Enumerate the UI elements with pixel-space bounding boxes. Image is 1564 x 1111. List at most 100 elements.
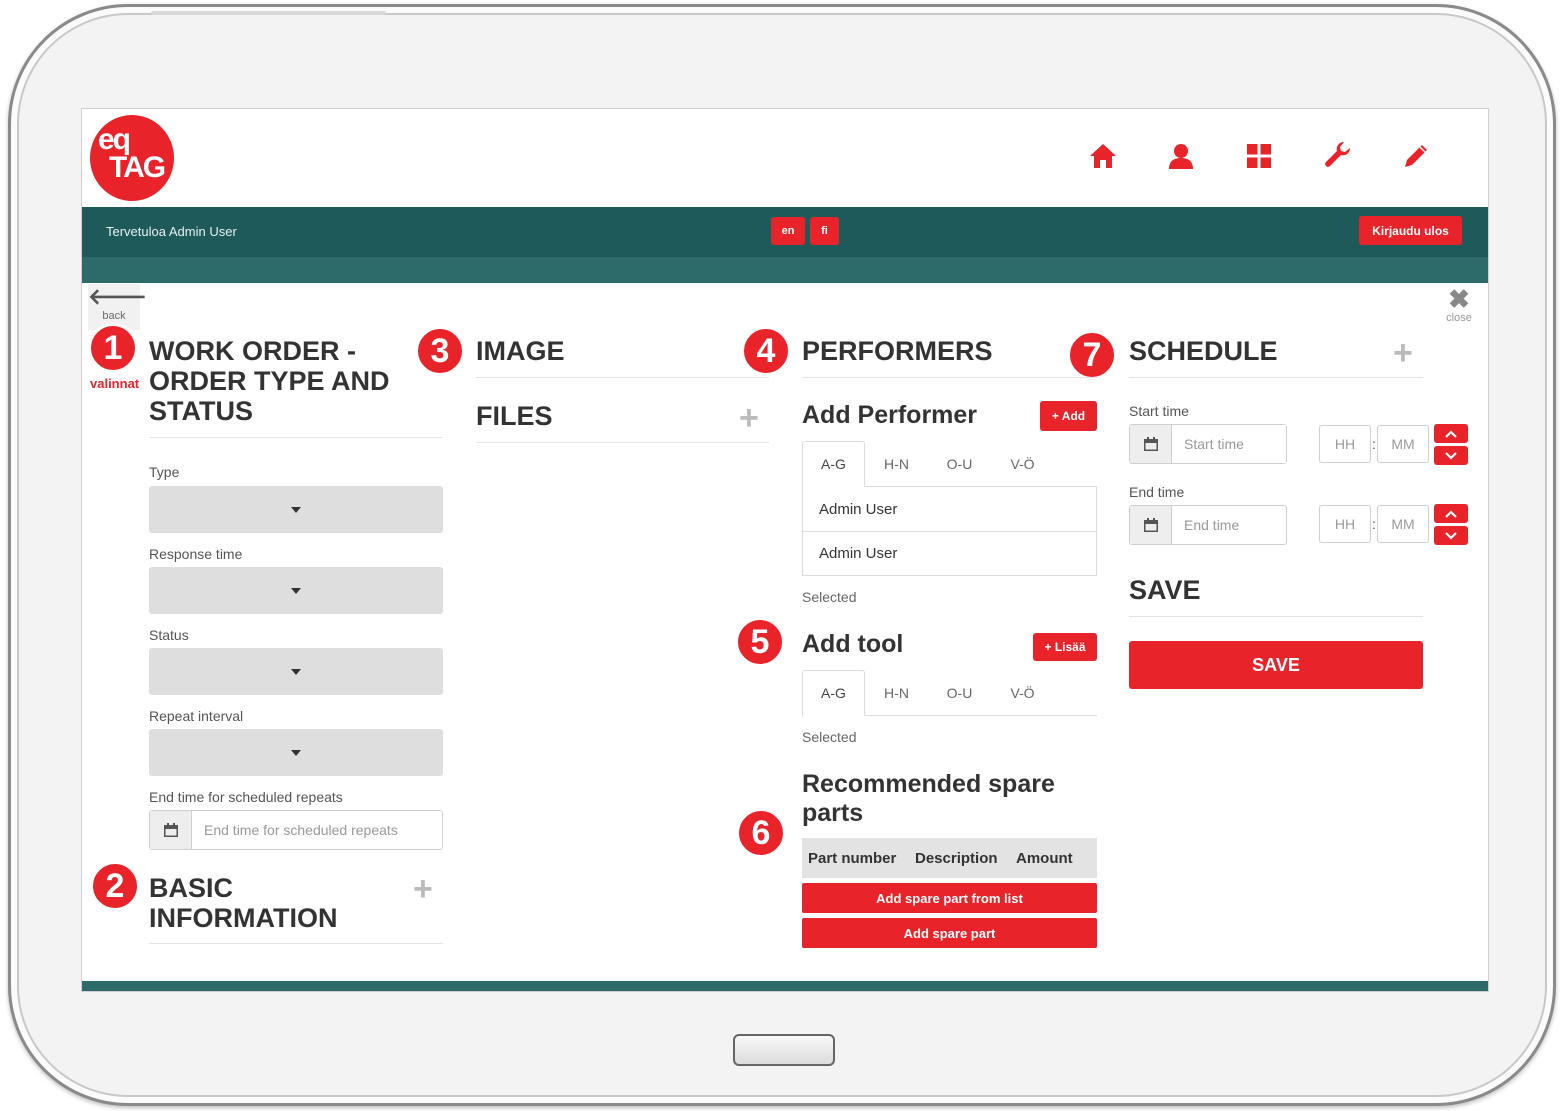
annotation-badge-5: 5: [735, 617, 785, 667]
divider: [149, 437, 443, 438]
start-time-placeholder: Start time: [1184, 436, 1244, 452]
chevron-up-icon: [1445, 509, 1457, 518]
screen: eq TAG Tervetuloa Admin User en fi Kirja…: [81, 108, 1489, 992]
spare-parts-title: Recommended spare parts: [802, 770, 1055, 827]
expand-plus-icon[interactable]: +: [1393, 336, 1413, 370]
list-item[interactable]: Admin User: [803, 531, 1096, 575]
calendar-icon[interactable]: [1130, 425, 1172, 463]
app-header: eq TAG: [82, 109, 1488, 207]
end-repeat-label: End time for scheduled repeats: [149, 789, 343, 805]
divider: [476, 442, 769, 443]
divider: [802, 377, 1097, 378]
response-time-label: Response time: [149, 546, 243, 562]
tab-a-g[interactable]: A-G: [802, 441, 865, 487]
column-header-description: Description: [915, 849, 998, 867]
type-select[interactable]: [149, 486, 443, 533]
greeting-text: Tervetuloa Admin User: [106, 224, 237, 239]
start-time-down-button[interactable]: [1434, 446, 1468, 465]
start-minute-input[interactable]: MM: [1377, 425, 1429, 463]
performers-title: PERFORMERS: [802, 336, 993, 366]
end-time-placeholder: End time: [1184, 517, 1240, 533]
tab-h-n[interactable]: H-N: [865, 441, 928, 486]
divider: [149, 943, 443, 944]
tablet-edge-slot: [266, 11, 386, 15]
add-performer-button[interactable]: + Add: [1040, 401, 1097, 431]
annotation-badge-7: 7: [1067, 330, 1117, 380]
calendar-icon[interactable]: [150, 811, 192, 849]
end-time-down-button[interactable]: [1434, 526, 1468, 545]
end-date-input[interactable]: End time: [1129, 505, 1287, 545]
caret-down-icon: [291, 668, 301, 675]
performers-selected-label: Selected: [802, 589, 857, 605]
annotation-badge-4: 4: [741, 326, 791, 376]
files-title: FILES: [476, 401, 553, 431]
tab-o-u[interactable]: O-U: [928, 670, 991, 715]
end-minute-input[interactable]: MM: [1377, 505, 1429, 543]
save-section-title: SAVE: [1129, 575, 1201, 605]
chevron-down-icon: [1445, 531, 1457, 540]
spare-parts-table-header: Part number Description Amount: [802, 838, 1097, 878]
basic-information-title: BASIC INFORMATION: [149, 873, 338, 933]
user-icon[interactable]: [1164, 139, 1198, 173]
grid-icon[interactable]: [1242, 139, 1276, 173]
close-button[interactable]: ✖ close: [1440, 286, 1478, 324]
tab-h-n[interactable]: H-N: [865, 670, 928, 715]
expand-plus-icon[interactable]: +: [739, 401, 759, 435]
time-separator: :: [1372, 516, 1376, 532]
type-label: Type: [149, 464, 180, 480]
repeat-interval-select[interactable]: [149, 729, 443, 776]
end-hour-input[interactable]: HH: [1319, 505, 1371, 543]
tab-a-g[interactable]: A-G: [802, 670, 865, 716]
add-tool-title: Add tool: [802, 630, 904, 658]
column-header-amount: Amount: [1016, 849, 1073, 867]
end-time-up-button[interactable]: [1434, 504, 1468, 523]
save-button[interactable]: SAVE: [1129, 641, 1423, 689]
add-spare-part-from-list-button[interactable]: Add spare part from list: [802, 883, 1097, 913]
work-order-title: WORK ORDER - ORDER TYPE AND STATUS: [149, 336, 390, 426]
caret-down-icon: [291, 749, 301, 756]
image-title: IMAGE: [476, 336, 565, 366]
expand-plus-icon[interactable]: +: [413, 872, 433, 906]
tab-v-o[interactable]: V-Ö: [991, 670, 1054, 715]
schedule-title: SCHEDULE: [1129, 336, 1278, 366]
pencil-icon[interactable]: [1399, 139, 1433, 173]
chevron-up-icon: [1445, 429, 1457, 438]
eqtag-logo[interactable]: eq TAG: [90, 115, 174, 201]
calendar-icon[interactable]: [1130, 506, 1172, 544]
tablet-home-button[interactable]: [733, 1034, 835, 1066]
tools-selected-label: Selected: [802, 729, 857, 745]
lang-fi-button[interactable]: fi: [810, 217, 839, 245]
caret-down-icon: [291, 506, 301, 513]
divider: [1129, 377, 1423, 378]
status-select[interactable]: [149, 648, 443, 695]
start-time-up-button[interactable]: [1434, 424, 1468, 443]
divider: [476, 377, 769, 378]
annotation-badge-2: 2: [90, 861, 140, 911]
tab-v-o[interactable]: V-Ö: [991, 441, 1054, 486]
divider: [1129, 616, 1423, 617]
end-repeat-input[interactable]: End time for scheduled repeats: [149, 810, 443, 850]
start-time-label: Start time: [1129, 403, 1189, 419]
add-tool-button[interactable]: + Lisää: [1033, 633, 1097, 661]
response-time-select[interactable]: [149, 567, 443, 614]
status-label: Status: [149, 627, 189, 643]
list-item[interactable]: Admin User: [803, 487, 1096, 531]
home-icon[interactable]: [1086, 139, 1120, 173]
chevron-down-icon: [1445, 451, 1457, 460]
annotation-badge-6: 6: [736, 808, 786, 858]
end-repeat-placeholder: End time for scheduled repeats: [204, 822, 398, 838]
caret-down-icon: [291, 587, 301, 594]
start-hour-input[interactable]: HH: [1319, 425, 1371, 463]
arrow-left-icon: 🡐: [88, 284, 147, 309]
tab-o-u[interactable]: O-U: [928, 441, 991, 486]
performer-tabs: A-G H-N O-U V-Ö: [802, 441, 1097, 487]
wrench-icon[interactable]: [1321, 139, 1355, 173]
start-date-input[interactable]: Start time: [1129, 424, 1287, 464]
teal-band: [82, 257, 1488, 283]
lang-en-button[interactable]: en: [771, 217, 805, 245]
close-icon: ✖: [1448, 284, 1470, 314]
logout-button[interactable]: Kirjaudu ulos: [1359, 216, 1462, 245]
repeat-interval-label: Repeat interval: [149, 708, 244, 724]
add-spare-part-button[interactable]: Add spare part: [802, 918, 1097, 948]
panel-bottom-border: [82, 981, 1488, 991]
